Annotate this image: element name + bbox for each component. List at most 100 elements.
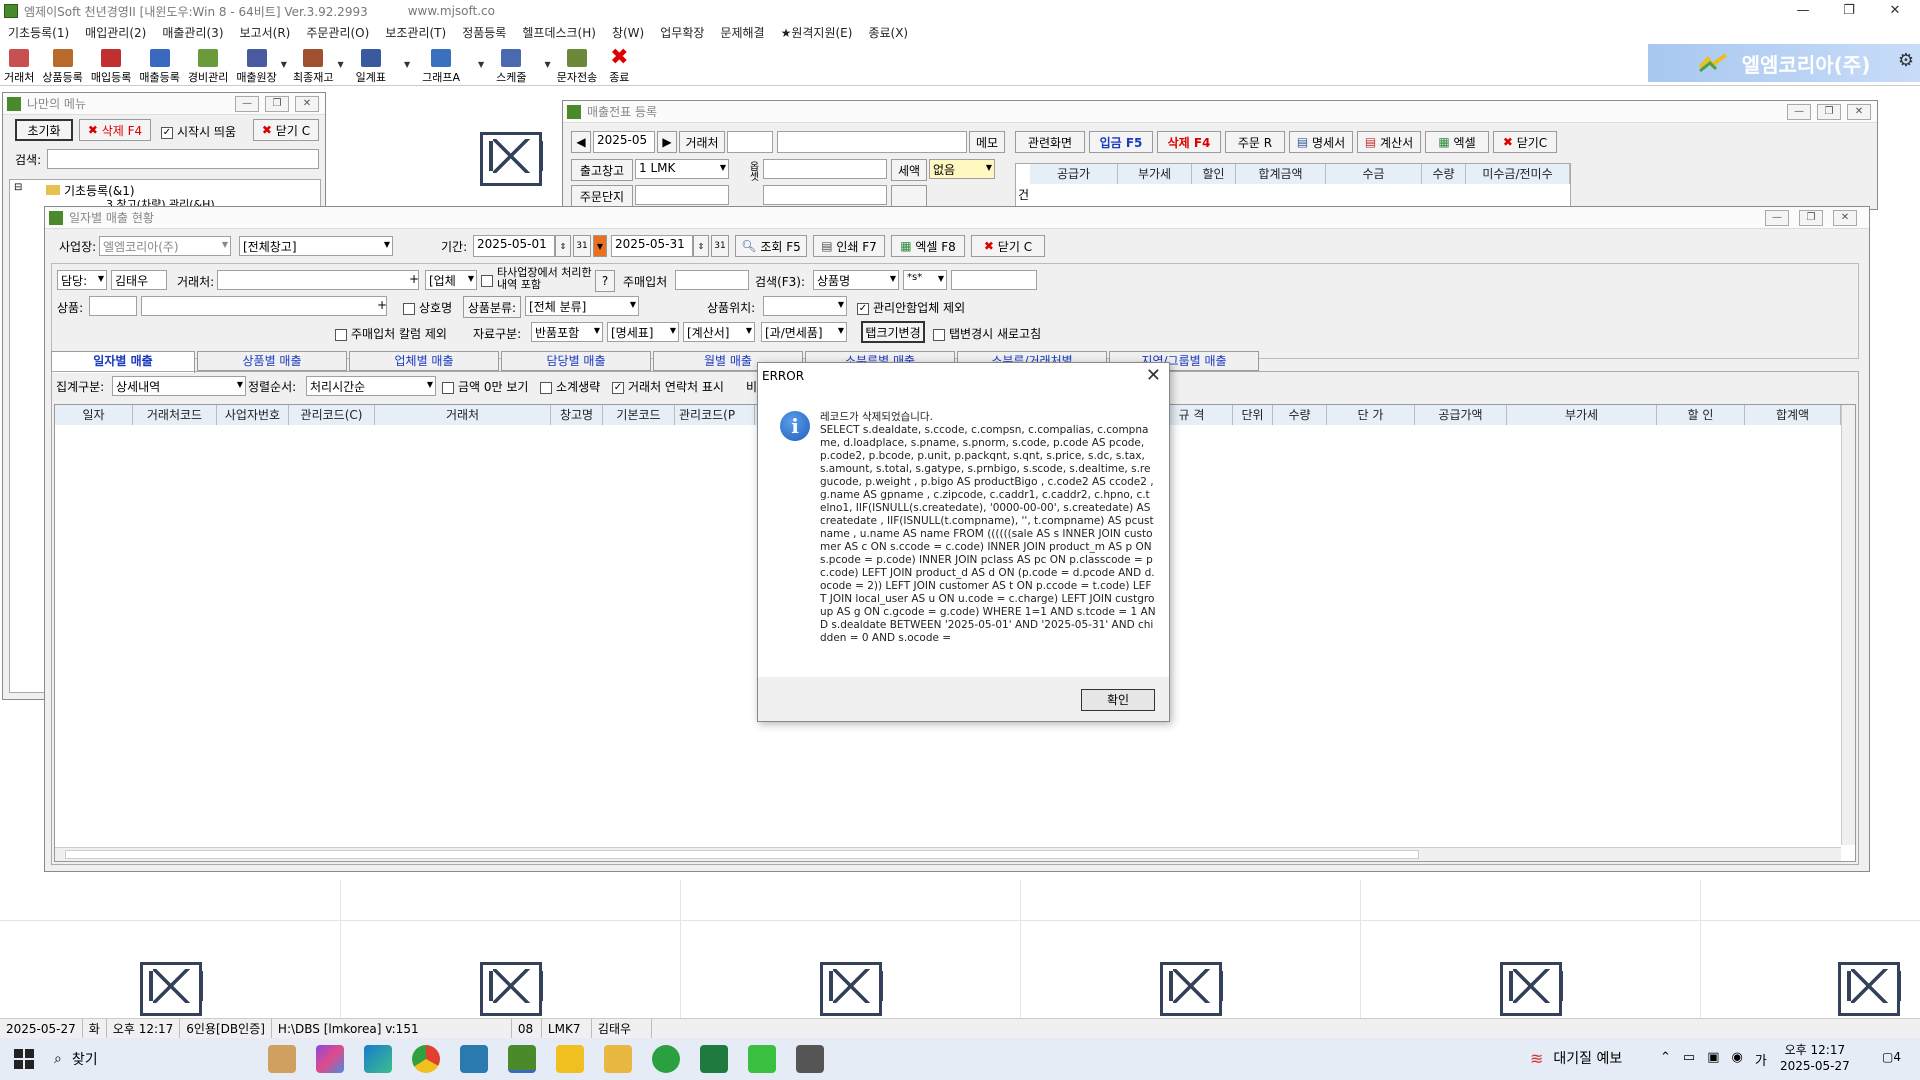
column-header[interactable]: 단위 — [1233, 405, 1273, 425]
chevron-down-icon[interactable]: ▼ — [404, 60, 410, 69]
toolbar-schedule-button[interactable]: 스케줄 — [492, 43, 530, 85]
next-month-button[interactable]: ▶ — [657, 131, 677, 153]
close-button[interactable]: ✕ — [1833, 210, 1857, 226]
menu-item[interactable]: 보고서(R) — [232, 24, 299, 41]
toolbar-graph-button[interactable]: 그래프A — [418, 43, 464, 85]
toolbar-sms-button[interactable]: 문자전송 — [553, 43, 601, 85]
subtotal-omit-checkbox[interactable]: 소계생략 — [540, 378, 600, 395]
refresh-on-tab-checkbox[interactable]: 탭변경시 새로고침 — [933, 325, 1041, 342]
location-select[interactable] — [763, 296, 847, 316]
notepad-icon[interactable] — [796, 1045, 824, 1073]
column-header[interactable]: 부가세 — [1507, 405, 1657, 425]
amount-zero-checkbox[interactable]: 금액 0만 보기 — [442, 378, 528, 395]
search-field-select[interactable]: 상품명 — [813, 270, 899, 290]
calendar-icon[interactable]: 31 — [573, 235, 591, 257]
column-header[interactable]: 관리코드(P — [675, 405, 755, 425]
column-header[interactable]: 거래처 — [375, 405, 551, 425]
taskbar-search[interactable]: ⌕ 찾기 — [48, 1049, 258, 1069]
tree-expand-icon[interactable]: ⊟ — [14, 182, 22, 193]
manager-select[interactable]: 담당: — [57, 270, 107, 290]
plus-icon[interactable]: + — [409, 272, 419, 286]
mjsoft-icon[interactable] — [508, 1045, 536, 1073]
toolbar-sales-button[interactable]: 매출등록 — [135, 43, 183, 85]
taskbar-clock[interactable]: 오후 12:17 2025-05-27 — [1780, 1042, 1850, 1074]
toolbar-daily-button[interactable]: 일계표 — [352, 43, 390, 85]
invoice-select[interactable]: [계산서] — [683, 322, 755, 342]
tab-client[interactable]: 업체별 매출 — [349, 351, 499, 371]
sort-select[interactable]: 처리시간순 — [306, 376, 436, 396]
weather-widget[interactable]: ≋ 대기질 예보 — [1530, 1048, 1622, 1068]
date-to-input[interactable]: 2025-05-31 — [611, 235, 693, 257]
close-button[interactable]: ✕ — [1847, 104, 1871, 120]
tab-manager[interactable]: 담당별 매출 — [501, 351, 651, 371]
chevron-down-icon[interactable]: ▼ — [281, 60, 287, 69]
date-from-spinner[interactable]: ⇕ — [555, 235, 571, 257]
folder-icon[interactable] — [604, 1045, 632, 1073]
menu-item[interactable]: 기초등록(1) — [0, 24, 77, 41]
start-button[interactable] — [0, 1038, 48, 1080]
scrollbar-thumb[interactable] — [65, 850, 1419, 859]
calendar-icon[interactable]: 31 — [711, 235, 729, 257]
toolbar-client-button[interactable]: 거래처 — [0, 43, 38, 85]
slip-delete-button[interactable]: 삭제 F4 — [1157, 131, 1221, 153]
product-name-input[interactable] — [141, 296, 387, 316]
column-header[interactable]: 기본코드 — [603, 405, 675, 425]
column-header[interactable]: 일자 — [55, 405, 133, 425]
column-header[interactable]: 합계액 — [1745, 405, 1841, 425]
column-header[interactable]: 할 인 — [1657, 405, 1745, 425]
minimize-button[interactable]: — — [235, 96, 259, 112]
client-code-input[interactable] — [727, 131, 773, 153]
notification-button[interactable]: ▢4 — [1882, 1050, 1901, 1064]
manager-input[interactable]: 김태우 — [111, 270, 167, 290]
slip-extra-input[interactable] — [763, 159, 887, 179]
menu-item[interactable]: 주문관리(O) — [298, 24, 377, 41]
help-button[interactable]: ? — [595, 270, 615, 292]
restore-button[interactable]: ❐ — [1799, 210, 1823, 226]
startup-checkbox[interactable]: ✓ 시작시 띄움 — [161, 123, 236, 140]
client-label-button[interactable]: 거래처 — [679, 131, 725, 153]
init-button[interactable]: 초기화 — [15, 119, 73, 141]
menu-item[interactable]: 헬프데스크(H) — [514, 24, 604, 41]
sticky-notes-icon[interactable] — [556, 1045, 584, 1073]
report-close-button[interactable]: ✖ 닫기 C — [971, 235, 1045, 257]
order-button[interactable]: 주문 R — [1225, 131, 1285, 153]
volume-icon[interactable]: ◉ — [1732, 1050, 1743, 1069]
column-header[interactable]: 단 가 — [1327, 405, 1415, 425]
chevron-down-icon[interactable]: ▼ — [545, 60, 551, 69]
restore-button[interactable]: ❐ — [265, 96, 289, 112]
warehouse-select[interactable]: 1 LMK — [635, 159, 729, 179]
slip-excel-button[interactable]: ▦ 엑셀 — [1425, 131, 1489, 153]
category-button[interactable]: 상품분류: — [463, 296, 521, 318]
minimize-button[interactable]: — — [1780, 0, 1826, 22]
wechat-icon[interactable] — [652, 1045, 680, 1073]
column-header[interactable]: 거래처코드 — [133, 405, 217, 425]
chevron-up-icon[interactable]: ⌃ — [1660, 1050, 1671, 1069]
menu-item[interactable]: ★원격지원(E) — [773, 24, 861, 41]
statement-button[interactable]: ▤ 명세서 — [1289, 131, 1353, 153]
site-select[interactable]: 엘엠코리아(주) — [99, 236, 231, 256]
agg-select[interactable]: 상세내역 — [112, 376, 246, 396]
close-icon[interactable]: ✕ — [1146, 365, 1161, 386]
tab-daily[interactable]: 일자별 매출 — [51, 351, 195, 373]
chevron-down-icon[interactable]: ▼ — [337, 60, 343, 69]
excel-icon[interactable] — [700, 1045, 728, 1073]
column-header[interactable]: 공급가액 — [1415, 405, 1507, 425]
close-button[interactable]: ✕ — [295, 96, 319, 112]
minimize-button[interactable]: — — [1765, 210, 1789, 226]
tax-kind-select[interactable]: [과/면세품] — [761, 322, 847, 342]
trade-name-checkbox[interactable]: 상호명 — [403, 299, 452, 316]
network-icon[interactable]: ▣ — [1707, 1050, 1719, 1069]
print-button[interactable]: ▤ 인쇄 F7 — [813, 235, 885, 257]
product-code-input[interactable] — [89, 296, 137, 316]
query-button[interactable]: 🔍︎ 조회 F5 — [735, 235, 807, 257]
excel-button[interactable]: ▦ 엑셀 F8 — [891, 235, 965, 257]
minimize-button[interactable]: — — [1787, 104, 1811, 120]
chevron-down-icon[interactable]: ▼ — [593, 235, 607, 257]
toolbar-stock-button[interactable]: 최종재고 — [289, 43, 337, 85]
vertical-scrollbar[interactable] — [1841, 405, 1855, 845]
slip-close-button[interactable]: ✖ 닫기C — [1493, 131, 1557, 153]
client-name-input[interactable] — [777, 131, 967, 153]
deposit-button[interactable]: 입금 F5 — [1089, 131, 1153, 153]
chrome-icon[interactable] — [412, 1045, 440, 1073]
column-header[interactable]: 창고명 — [551, 405, 603, 425]
